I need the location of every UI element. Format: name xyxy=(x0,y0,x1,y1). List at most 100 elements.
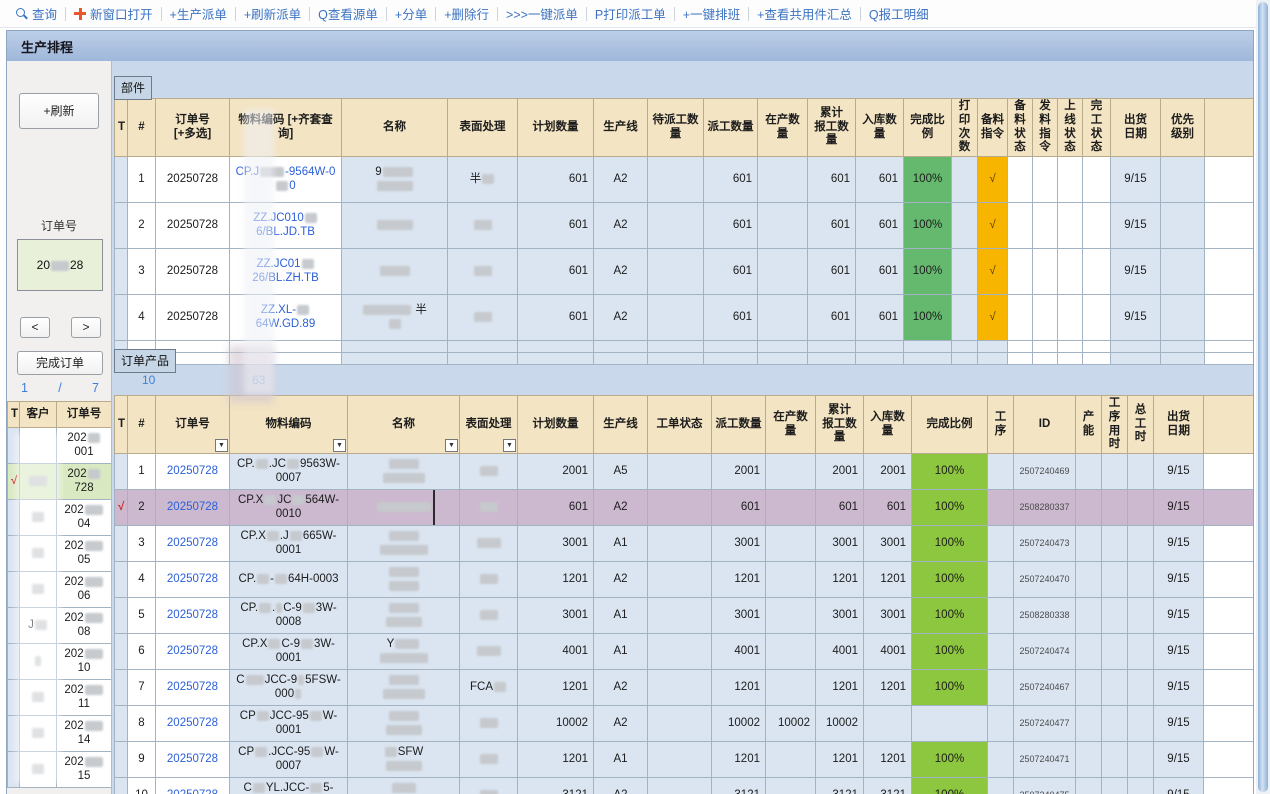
products-table-row-4[interactable]: 420250728CP.-64H-0003 1201A2120112011201… xyxy=(115,562,1254,598)
products-table-header-ship[interactable]: 出货 日期 xyxy=(1154,396,1204,454)
parts-table-cell-code[interactable]: ZZ.JC0106/BL.JD.TB xyxy=(230,203,342,249)
products-table-header-surface[interactable]: 表面处理▼ xyxy=(460,396,518,454)
toolbar-print-dispatch-button[interactable]: P打印派工单 xyxy=(587,0,674,27)
toolbar-one-key-dispatch-button[interactable]: >>>一键派单 xyxy=(498,0,586,27)
orders-list-table-row-1[interactable]: 202001 xyxy=(8,428,112,464)
next-order-button[interactable]: > xyxy=(71,317,101,338)
products-table-header-status[interactable]: 工单状态 xyxy=(648,396,712,454)
products-table-cell-order[interactable]: 20250728 xyxy=(156,490,230,526)
products-table-row-3[interactable]: 320250728CP.X.J665W-0001 3001A1300130013… xyxy=(115,526,1254,562)
page-total[interactable]: 7 xyxy=(92,381,99,395)
toolbar-view-source-order-button[interactable]: Q查看源单 xyxy=(310,0,386,27)
parts-table-header-wait[interactable]: 待派工数量 xyxy=(648,99,704,157)
parts-table-header-idx[interactable]: # xyxy=(128,99,156,157)
tab-parts[interactable]: 部件 xyxy=(114,76,152,100)
parts-table-row-2[interactable]: 220250728ZZ.JC0106/BL.JD.TB601A260160160… xyxy=(115,203,1254,249)
products-table-header-plan[interactable]: 计划数量 xyxy=(518,396,594,454)
tab-order-products[interactable]: 订单产品 xyxy=(114,349,176,373)
toolbar-split-order-button[interactable]: +分单 xyxy=(387,0,435,27)
products-table-row-9[interactable]: 920250728CP.JCC-95W-0007SFW 1201A1120112… xyxy=(115,742,1254,778)
toolbar-view-shared-parts-button[interactable]: +查看共用件汇总 xyxy=(749,0,860,27)
toolbar-query-button[interactable]: 查询 xyxy=(8,0,65,27)
parts-table-header-inprod[interactable]: 在产数量 xyxy=(758,99,808,157)
parts-table-header-code[interactable]: 物料编码 [+齐套查询] xyxy=(230,99,342,157)
filter-dropdown-icon[interactable]: ▼ xyxy=(333,439,346,452)
products-table-cell-order[interactable]: 20250728 xyxy=(156,634,230,670)
parts-table-header-prio[interactable]: 优先 级别 xyxy=(1161,99,1205,157)
orders-list-table-header-order[interactable]: 订单号 xyxy=(57,402,112,428)
parts-table-cell-code[interactable]: CP.J-9564W-00 xyxy=(230,157,342,203)
orders-list-table-row-4[interactable]: 20205 xyxy=(8,536,112,572)
products-table-header-inprod[interactable]: 在产数量 xyxy=(766,396,816,454)
toolbar-report-detail-button[interactable]: Q报工明细 xyxy=(861,0,937,27)
parts-table-header-dispatch[interactable]: 派工数量 xyxy=(704,99,758,157)
products-table-row-5[interactable]: 520250728CP..C-93W-0008 3001A13001300130… xyxy=(115,598,1254,634)
parts-table-row-4[interactable]: 420250728ZZ.XL-64W.GD.89 半 601A260160160… xyxy=(115,295,1254,341)
parts-table-header-ship[interactable]: 出货 日期 xyxy=(1111,99,1161,157)
products-table-row-6[interactable]: 620250728CP.XC-93W-0001Y 4001A1400140014… xyxy=(115,634,1254,670)
parts-table-header-prep[interactable]: 备料 指令 xyxy=(978,99,1008,157)
scrollbar-thumb[interactable] xyxy=(1258,2,1268,792)
orders-list-table-row-3[interactable]: 20204 xyxy=(8,500,112,536)
parts-table-cell-code[interactable]: ZZ.XL-64W.GD.89 xyxy=(230,295,342,341)
products-table-row-10[interactable]: 1020250728CYL.JCC-5-0001 3121A2312131213… xyxy=(115,778,1254,794)
parts-table-header-line[interactable]: 生产线 xyxy=(594,99,648,157)
toolbar-new-window-button[interactable]: 新窗口打开 xyxy=(66,0,161,27)
parts-table-header-name[interactable]: 名称 xyxy=(342,99,448,157)
products-table-header-line[interactable]: 生产线 xyxy=(594,396,648,454)
vertical-scrollbar[interactable] xyxy=(1256,0,1270,794)
refresh-button[interactable]: +刷新 xyxy=(19,93,99,129)
products-table-cell-order[interactable]: 20250728 xyxy=(156,706,230,742)
products-table-header-pad[interactable] xyxy=(1204,396,1254,454)
products-table-header-pct[interactable]: 完成比例 xyxy=(912,396,988,454)
products-table-cell-order[interactable]: 20250728 xyxy=(156,562,230,598)
products-table-row-7[interactable]: 720250728CJCC-95FSW-000 FCA1201A21201120… xyxy=(115,670,1254,706)
parts-table-header-issue[interactable]: 发料 指令 xyxy=(1033,99,1058,157)
parts-table-header-t[interactable]: T xyxy=(115,99,128,157)
products-table-header-code[interactable]: 物料编码▼ xyxy=(230,396,348,454)
orders-list-table-header-customer[interactable]: 客户 xyxy=(20,402,57,428)
filter-dropdown-icon[interactable]: ▼ xyxy=(503,439,516,452)
products-table-header-instock[interactable]: 入库数量 xyxy=(864,396,912,454)
products-table-header-dispatch[interactable]: 派工数量 xyxy=(712,396,766,454)
parts-table-header-prep_state[interactable]: 备料 状态 xyxy=(1008,99,1033,157)
parts-table-header-report[interactable]: 累计 报工数量 xyxy=(808,99,856,157)
products-table-header-report[interactable]: 累计 报工数量 xyxy=(816,396,864,454)
parts-table-header-instock[interactable]: 入库数量 xyxy=(856,99,904,157)
products-table-header-proc[interactable]: 工序 xyxy=(988,396,1014,454)
page-current[interactable]: 1 xyxy=(21,381,28,395)
orders-list-table-row-5[interactable]: 20206 xyxy=(8,572,112,608)
products-table-cell-order[interactable]: 20250728 xyxy=(156,526,230,562)
filter-dropdown-icon[interactable]: ▼ xyxy=(445,439,458,452)
products-table-header-ptime[interactable]: 工序 用时 xyxy=(1102,396,1128,454)
products-table-cell-order[interactable]: 20250728 xyxy=(156,670,230,706)
products-table-header-cap[interactable]: 产能 xyxy=(1076,396,1102,454)
products-table-cell-order[interactable]: 20250728 xyxy=(156,742,230,778)
parts-table-header-done[interactable]: 完工 状态 xyxy=(1083,99,1111,157)
parts-table-header-pad[interactable] xyxy=(1205,99,1254,157)
parts-table-header-pct[interactable]: 完成比例 xyxy=(904,99,952,157)
parts-table-header-online[interactable]: 上线 状态 xyxy=(1058,99,1083,157)
prev-order-button[interactable]: < xyxy=(20,317,50,338)
products-table-header-t[interactable]: T xyxy=(115,396,128,454)
products-table-header-order[interactable]: 订单号▼ xyxy=(156,396,230,454)
products-table-cell-order[interactable]: 20250728 xyxy=(156,778,230,794)
orders-list-table-row-7[interactable]: 20210 xyxy=(8,644,112,680)
parts-table-header-print[interactable]: 打印 次数 xyxy=(952,99,978,157)
toolbar-create-dispatch-button[interactable]: +生产派单 xyxy=(162,0,235,27)
order-no-input[interactable]: 2028 xyxy=(17,239,103,291)
products-table-header-idx[interactable]: # xyxy=(128,396,156,454)
orders-list-table-row-10[interactable]: 20215 xyxy=(8,752,112,788)
toolbar-refresh-dispatch-button[interactable]: +刷新派单 xyxy=(236,0,309,27)
products-table-row-8[interactable]: 820250728CPJCC-95W-0001 10002A2100021000… xyxy=(115,706,1254,742)
toolbar-one-key-schedule-button[interactable]: +一键排班 xyxy=(675,0,748,27)
parts-table-cell-code[interactable]: ZZ.JC0126/BL.ZH.TB xyxy=(230,249,342,295)
finished-orders-button[interactable]: 完成订单 xyxy=(17,351,103,375)
orders-list-table-row-6[interactable]: J20208 xyxy=(8,608,112,644)
products-table-cell-order[interactable]: 20250728 xyxy=(156,598,230,634)
parts-table-header-surface[interactable]: 表面处理 xyxy=(448,99,518,157)
products-table-header-id[interactable]: ID xyxy=(1014,396,1076,454)
filter-dropdown-icon[interactable]: ▼ xyxy=(215,439,228,452)
orders-list-table-row-9[interactable]: 20214 xyxy=(8,716,112,752)
products-table-cell-order[interactable]: 20250728 xyxy=(156,454,230,490)
